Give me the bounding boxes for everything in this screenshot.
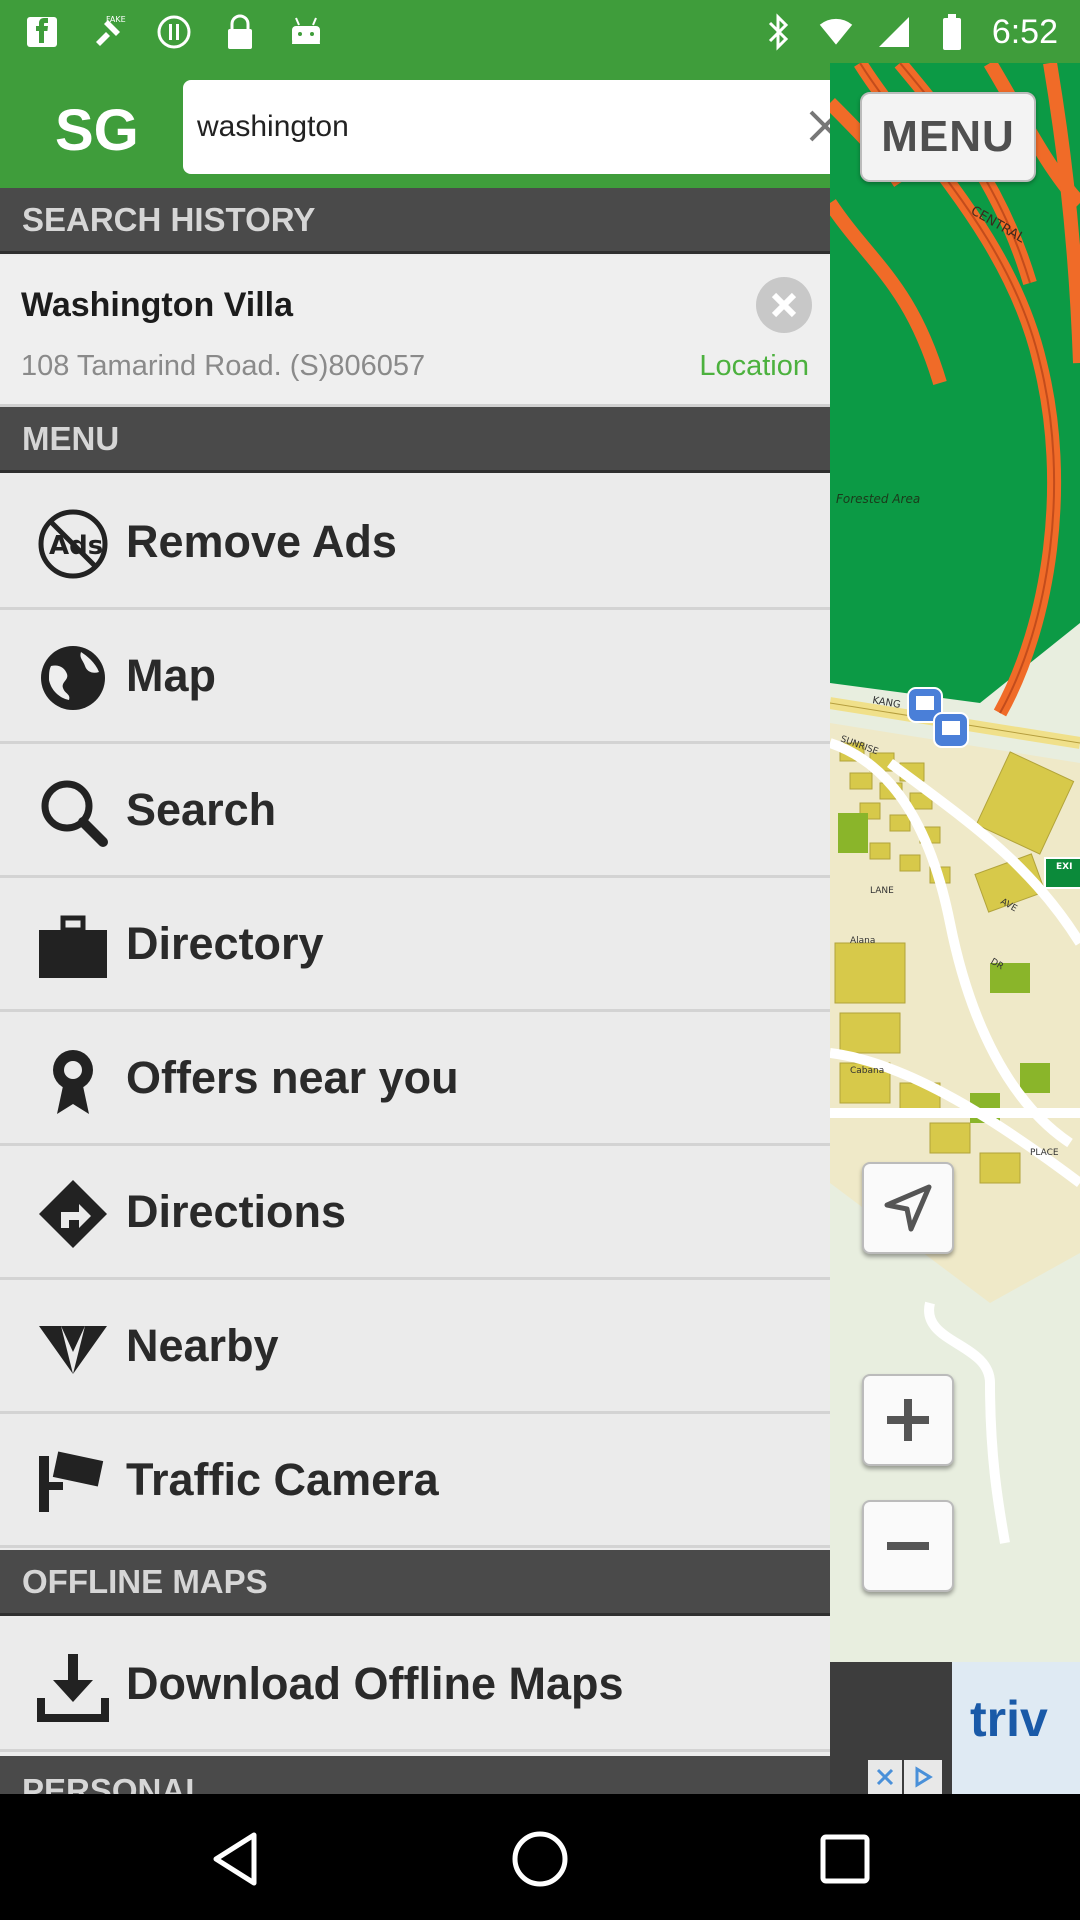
- menu-item-label: Remove Ads: [126, 516, 397, 567]
- back-icon[interactable]: [200, 1824, 270, 1894]
- ad-text: triv: [970, 1691, 1048, 1747]
- menu-button[interactable]: MENU: [860, 92, 1036, 182]
- system-nav-bar: [0, 1794, 1080, 1920]
- search-box[interactable]: [183, 80, 830, 174]
- menu-item-download-offline-maps[interactable]: Download Offline Maps: [0, 1618, 830, 1752]
- lock-icon: [218, 10, 262, 54]
- bluetooth-icon: [760, 10, 796, 54]
- map-label-place: PLACE: [1030, 1148, 1059, 1158]
- ad-choices-icon[interactable]: [904, 1760, 942, 1794]
- menu-item-label: Download Offline Maps: [126, 1658, 624, 1709]
- globe-icon: [35, 640, 111, 716]
- history-item[interactable]: Washington Villa 108 Tamarind Road. (S)8…: [0, 256, 830, 407]
- menu-item-directory[interactable]: Directory: [0, 878, 830, 1012]
- bus-stop-icon[interactable]: [933, 712, 969, 748]
- menu-item-label: Traffic Camera: [126, 1454, 439, 1505]
- app-logo: SG: [55, 98, 139, 163]
- map-label-alana: Alana: [850, 936, 875, 946]
- menu-item-map[interactable]: Map: [0, 610, 830, 744]
- section-header-menu: MENU: [0, 407, 830, 473]
- award-ribbon-icon: [35, 1042, 111, 1118]
- section-header-search-history: SEARCH HISTORY: [0, 188, 830, 254]
- clear-search-icon[interactable]: [805, 106, 830, 146]
- recents-icon[interactable]: [810, 1824, 880, 1894]
- nearby-icon: [35, 1310, 111, 1386]
- map-label-lane: LANE: [870, 886, 894, 896]
- history-item-location-link[interactable]: Location: [699, 350, 809, 383]
- section-header-offline-maps: OFFLINE MAPS: [0, 1550, 830, 1616]
- status-right-icons: 6:52: [760, 10, 1058, 54]
- map-label-forested: Forested Area: [836, 492, 920, 506]
- menu-item-nearby[interactable]: Nearby: [0, 1280, 830, 1414]
- briefcase-icon: [35, 908, 111, 984]
- drawer-header: SG: [0, 63, 830, 188]
- menu-item-label: Nearby: [126, 1320, 279, 1371]
- map-label-cabana: Cabana: [850, 1066, 884, 1076]
- menu-item-offers-near-you[interactable]: Offers near you: [0, 1012, 830, 1146]
- wifi-icon: [818, 10, 854, 54]
- svg-text:FAKE: FAKE: [106, 15, 126, 24]
- fake-gps-icon: FAKE: [86, 10, 130, 54]
- navigate-button[interactable]: [862, 1162, 954, 1254]
- camera-icon: [35, 1444, 111, 1520]
- menu-item-traffic-camera[interactable]: Traffic Camera: [0, 1414, 830, 1548]
- history-item-address: 108 Tamarind Road. (S)806057: [21, 350, 426, 382]
- directions-icon: [35, 1176, 111, 1252]
- menu-item-remove-ads[interactable]: Ads Remove Ads: [0, 476, 830, 610]
- battery-icon: [934, 10, 970, 54]
- zoom-out-button[interactable]: [862, 1500, 954, 1592]
- menu-item-search[interactable]: Search: [0, 744, 830, 878]
- ad-banner[interactable]: triv: [830, 1662, 1080, 1794]
- notification-f-icon: [20, 10, 64, 54]
- menu-item-label: Search: [126, 784, 277, 835]
- info-circle-icon: [152, 10, 196, 54]
- status-time: 6:52: [991, 12, 1058, 51]
- status-bar: FAKE 6:52: [0, 0, 1080, 63]
- menu-item-label: Directory: [126, 918, 324, 969]
- zoom-out-icon: [887, 1542, 929, 1550]
- no-ads-icon: Ads: [35, 506, 111, 582]
- menu-item-label: Offers near you: [126, 1052, 459, 1103]
- download-icon: [35, 1648, 111, 1724]
- exit-sign: EXI: [1044, 857, 1080, 889]
- android-icon: [284, 10, 328, 54]
- signal-icon: [876, 10, 912, 54]
- search-input[interactable]: [195, 98, 759, 156]
- remove-history-icon[interactable]: [755, 276, 813, 334]
- navigation-drawer: SG SEARCH HISTORY Washington Villa 108 T…: [0, 63, 830, 1794]
- svg-text:EXI: EXI: [1056, 862, 1072, 872]
- section-header-personal: PERSONAL: [0, 1756, 830, 1794]
- navigate-icon: [884, 1184, 932, 1232]
- ad-close-icon[interactable]: [868, 1760, 902, 1794]
- zoom-in-icon: [887, 1399, 929, 1441]
- menu-item-directions[interactable]: Directions: [0, 1146, 830, 1280]
- home-icon[interactable]: [505, 1824, 575, 1894]
- history-item-name: Washington Villa: [21, 286, 294, 324]
- zoom-in-button[interactable]: [862, 1374, 954, 1466]
- search-icon: [35, 774, 111, 850]
- menu-item-label: Directions: [126, 1186, 347, 1237]
- menu-item-label: Map: [126, 650, 216, 701]
- status-left-icons: FAKE: [20, 10, 328, 54]
